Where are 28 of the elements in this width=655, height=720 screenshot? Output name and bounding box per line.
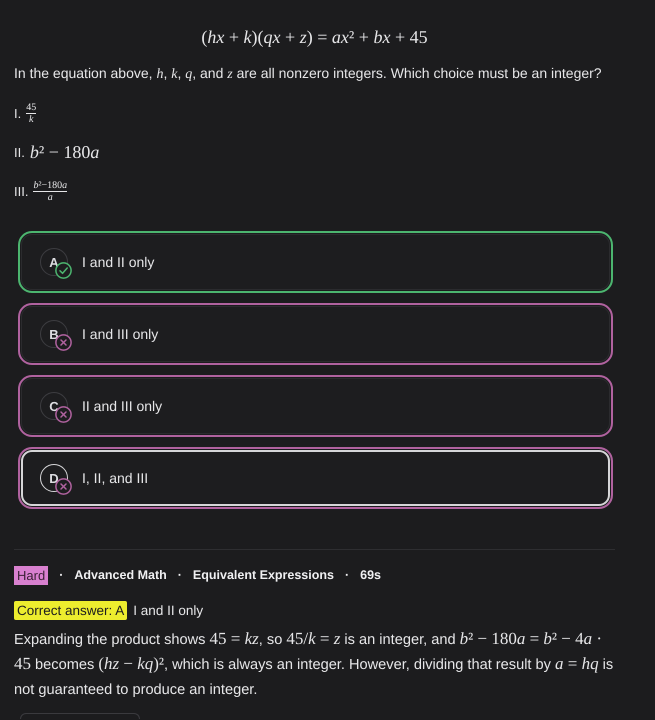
meta-separator: ·: [178, 568, 182, 582]
fraction-numerator: b²−180a: [33, 180, 68, 190]
explanation-text: Expanding the product shows 45 = kz, so 45/k = z is an integer, and b² − 180a = b² − 4a · 45 becomes (hz − kq)², which is always an integer. However, dividing that result by a = hq is not guaranteed to produce an integer.: [14, 628, 614, 700]
fraction-denominator: k: [29, 114, 34, 124]
correct-answer-label: Correct answer: A: [14, 600, 128, 620]
button-outline[interactable]: [20, 713, 140, 719]
answer-option[interactable]: C II and III only: [18, 375, 613, 437]
meta-text: Equivalent Expressions: [192, 568, 334, 582]
statement-label: I.: [14, 106, 22, 120]
option-text: II and III only: [82, 398, 162, 414]
statement-label: II.: [14, 144, 25, 160]
option-text: I and III only: [82, 326, 158, 342]
meta-text: 69s: [360, 568, 381, 582]
statement-label: III.: [14, 184, 28, 198]
meta-separator: ·: [59, 568, 64, 582]
option-text: I and II only: [82, 254, 154, 270]
correct-answer-text: I and II only: [133, 602, 204, 618]
math-equation: (hx + k)(qx + z) = ax² + bx + 45: [200, 26, 429, 48]
math-expression: b² − 180a: [30, 142, 100, 162]
question-text: In the equation above, h, k, q, and z are all nonzero integers. Which choice must be an integer?: [14, 64, 603, 84]
fraction-denominator: a: [48, 192, 53, 202]
answer-option[interactable]: D I, II, and III: [18, 447, 613, 509]
meta-text: Advanced Math: [74, 568, 167, 582]
difficulty-badge: Hard: [14, 566, 48, 584]
meta-separator: ·: [344, 568, 350, 582]
fraction-numerator: 45: [26, 102, 36, 112]
option-text: I, II, and III: [82, 470, 148, 486]
answer-option[interactable]: B I and III only: [18, 303, 613, 365]
